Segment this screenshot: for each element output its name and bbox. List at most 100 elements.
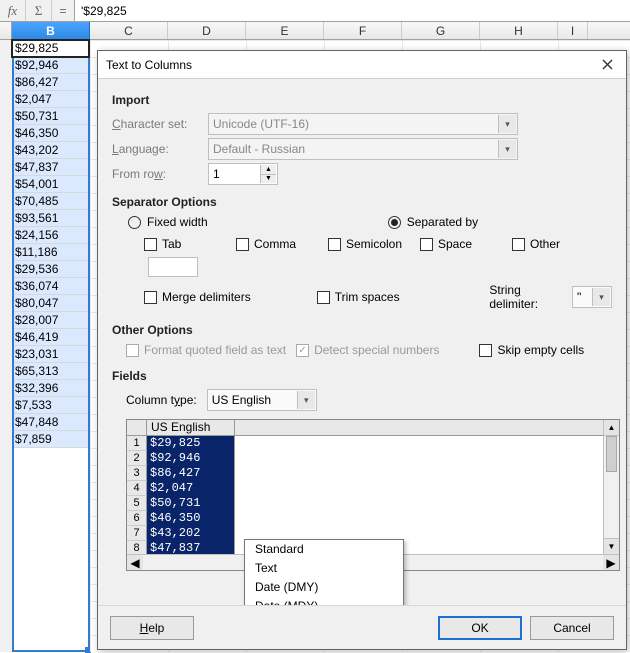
cell[interactable]: $36,074 — [12, 278, 89, 295]
cell[interactable]: $11,186 — [12, 244, 89, 261]
separated-by-radio[interactable]: Separated by — [388, 215, 478, 229]
column-type-label: Column type: — [126, 393, 197, 407]
scroll-up-icon[interactable]: ▲ — [604, 420, 619, 436]
dropdown-item[interactable]: Text — [245, 559, 403, 578]
column-header-h[interactable]: H — [480, 22, 558, 39]
cell[interactable]: $29,825 — [12, 40, 89, 57]
tab-checkbox[interactable]: Tab — [144, 237, 236, 251]
dialog-titlebar[interactable]: Text to Columns — [98, 51, 626, 79]
preview-row-num: 2 — [127, 451, 147, 466]
preview-row[interactable]: 3$86,427 — [127, 466, 603, 481]
preview-row-value: $43,202 — [147, 526, 235, 541]
preview-row[interactable]: 6$46,350 — [127, 511, 603, 526]
cancel-button[interactable]: Cancel — [530, 616, 614, 640]
cell[interactable]: $47,837 — [12, 159, 89, 176]
preview-row-value: $29,825 — [147, 436, 235, 451]
fixed-width-radio[interactable]: Fixed width — [128, 215, 208, 229]
cell[interactable]: $29,536 — [12, 261, 89, 278]
spin-up-icon[interactable]: ▲ — [260, 165, 276, 175]
cell[interactable]: $7,533 — [12, 397, 89, 414]
preview-row[interactable]: 5$50,731 — [127, 496, 603, 511]
text-to-columns-dialog: Text to Columns Import Character set: Un… — [97, 50, 627, 650]
column-header-i[interactable]: I — [558, 22, 588, 39]
column-header-c[interactable]: C — [90, 22, 168, 39]
merge-delimiters-checkbox[interactable]: Merge delimiters — [144, 290, 277, 304]
other-checkbox[interactable]: Other — [512, 237, 604, 251]
spin-down-icon[interactable]: ▼ — [260, 175, 276, 184]
cell[interactable]: $80,047 — [12, 295, 89, 312]
cell[interactable]: $23,031 — [12, 346, 89, 363]
sum-button[interactable]: Σ — [26, 0, 52, 21]
other-delimiter-input[interactable] — [148, 257, 198, 277]
dropdown-item[interactable]: Date (DMY) — [245, 578, 403, 597]
preview-vscrollbar[interactable]: ▲ ▼ — [603, 420, 619, 554]
scroll-left-icon[interactable]: ◀ — [127, 555, 143, 570]
column-b-cells[interactable]: $29,825 $92,946 $86,427 $2,047 $50,731 $… — [12, 40, 90, 652]
language-combo[interactable]: Default - Russian ▾ — [208, 138, 518, 160]
cell[interactable]: $2,047 — [12, 91, 89, 108]
preview-column-type[interactable]: US English — [147, 420, 235, 435]
space-checkbox[interactable]: Space — [420, 237, 512, 251]
cell[interactable]: $32,396 — [12, 380, 89, 397]
equals-button[interactable]: = — [52, 0, 74, 21]
column-header-f[interactable]: F — [324, 22, 402, 39]
fromrow-spinner[interactable]: 1 ▲▼ — [208, 163, 278, 185]
language-label: Language: — [112, 142, 208, 156]
preview-row[interactable]: 2$92,946 — [127, 451, 603, 466]
formula-input[interactable]: '$29,825 — [74, 0, 630, 21]
cell[interactable]: $86,427 — [12, 74, 89, 91]
cell[interactable]: $7,859 — [12, 431, 89, 448]
scroll-right-icon[interactable]: ▶ — [603, 555, 619, 570]
formula-bar: fx Σ = '$29,825 — [0, 0, 630, 22]
cell[interactable]: $46,350 — [12, 125, 89, 142]
column-header-b[interactable]: B — [12, 22, 90, 39]
close-button[interactable] — [596, 54, 618, 76]
chevron-down-icon: ▾ — [498, 115, 516, 133]
dropdown-item[interactable]: Date (MDY) — [245, 597, 403, 605]
preview-row-value: $47,837 — [147, 541, 235, 554]
chevron-down-icon: ▾ — [498, 140, 516, 158]
cell[interactable]: $47,848 — [12, 414, 89, 431]
separated-by-label: Separated by — [407, 215, 478, 229]
cell[interactable]: $65,313 — [12, 363, 89, 380]
dropdown-item[interactable]: Standard — [245, 540, 403, 559]
column-header-d[interactable]: D — [168, 22, 246, 39]
preview-row[interactable]: 1$29,825 — [127, 436, 603, 451]
column-header-g[interactable]: G — [402, 22, 480, 39]
column-type-combo[interactable]: US English ▾ — [207, 389, 317, 411]
charset-combo[interactable]: Unicode (UTF-16) ▾ — [208, 113, 518, 135]
comma-checkbox[interactable]: Comma — [236, 237, 328, 251]
skip-empty-checkbox[interactable]: Skip empty cells — [479, 343, 584, 357]
column-type-dropdown[interactable]: StandardTextDate (DMY)Date (MDY)Date (YM… — [244, 539, 404, 605]
preview-row-num: 8 — [127, 541, 147, 554]
semicolon-checkbox[interactable]: Semicolon — [328, 237, 420, 251]
cell[interactable]: $28,007 — [12, 312, 89, 329]
cell[interactable]: $43,202 — [12, 142, 89, 159]
column-header-e[interactable]: E — [246, 22, 324, 39]
cell[interactable]: $54,001 — [12, 176, 89, 193]
corner-cell[interactable] — [0, 22, 12, 39]
cell[interactable]: $46,419 — [12, 329, 89, 346]
fx-button[interactable]: fx — [0, 0, 26, 21]
fields-heading: Fields — [112, 369, 612, 383]
format-quoted-checkbox: Format quoted field as text — [126, 343, 286, 357]
cell[interactable]: $70,485 — [12, 193, 89, 210]
ok-button[interactable]: OK — [438, 616, 522, 640]
cell[interactable]: $50,731 — [12, 108, 89, 125]
other-options-heading: Other Options — [112, 323, 612, 337]
dialog-title: Text to Columns — [106, 58, 596, 72]
cell[interactable]: $24,156 — [12, 227, 89, 244]
trim-spaces-checkbox[interactable]: Trim spaces — [317, 290, 450, 304]
preview-row-num: 4 — [127, 481, 147, 496]
preview-row[interactable]: 4$2,047 — [127, 481, 603, 496]
preview-row-value: $46,350 — [147, 511, 235, 526]
close-icon — [602, 59, 613, 70]
scroll-thumb[interactable] — [606, 436, 617, 472]
cell[interactable]: $92,946 — [12, 57, 89, 74]
help-button[interactable]: Help — [110, 616, 194, 640]
scroll-down-icon[interactable]: ▼ — [604, 538, 619, 554]
preview-row-value: $86,427 — [147, 466, 235, 481]
radio-off-icon — [128, 216, 141, 229]
string-delimiter-combo[interactable]: " ▾ — [572, 286, 612, 308]
cell[interactable]: $93,561 — [12, 210, 89, 227]
